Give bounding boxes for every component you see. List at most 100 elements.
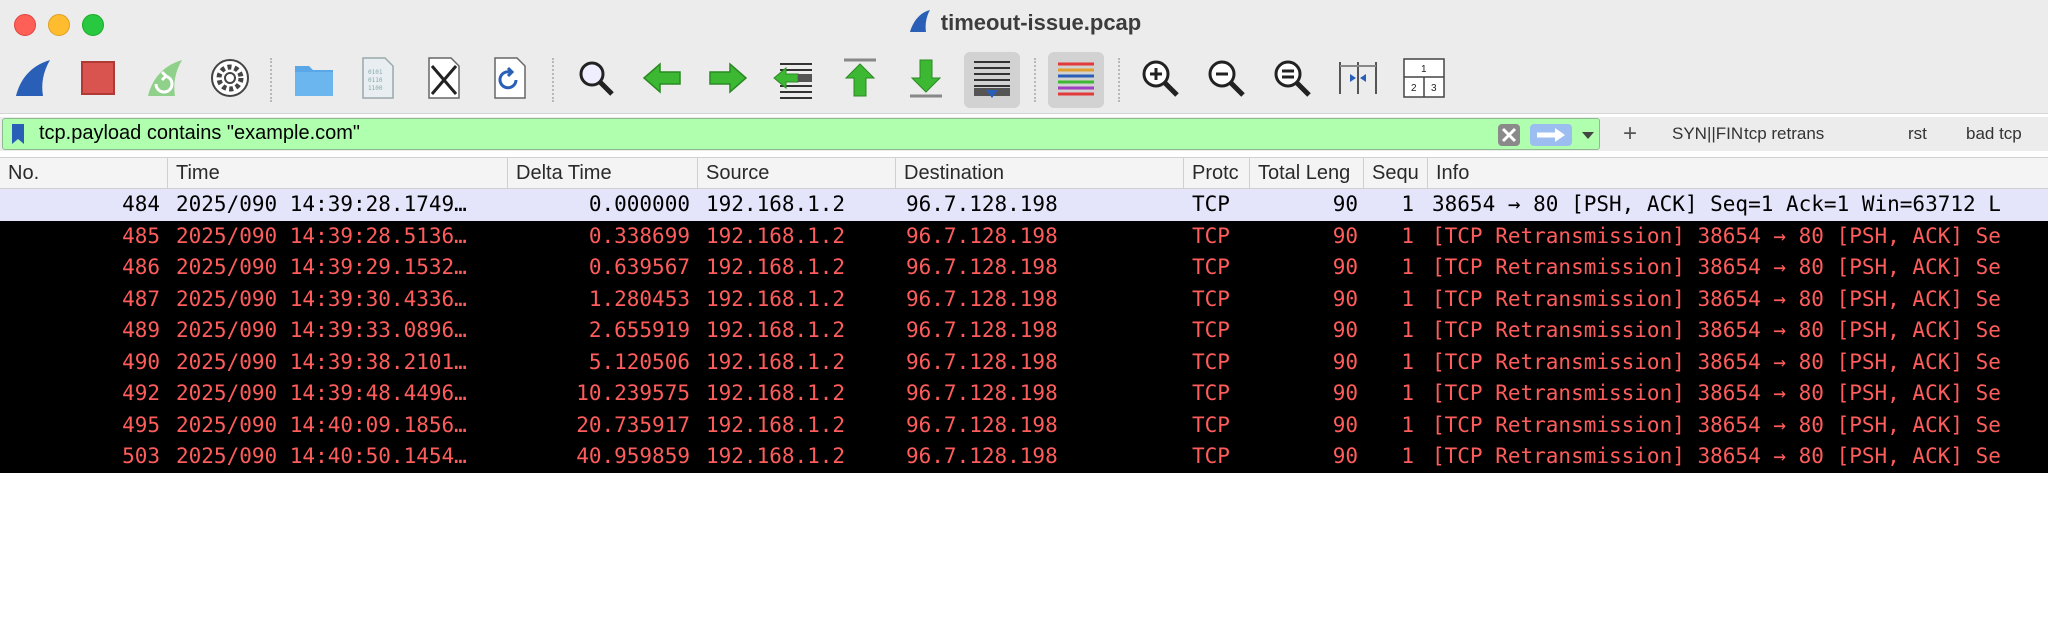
packet-row[interactable]: 484 2025/090 14:39:28.1749… 0.000000 192.16… [0, 189, 2048, 221]
toolbar-separator [552, 58, 554, 102]
column-header-no[interactable]: No. [0, 158, 168, 188]
cell-time: 2025/090 14:39:29.1532… [176, 255, 467, 279]
go-first-icon [840, 56, 880, 105]
cell-protocol: TCP [1192, 255, 1230, 279]
shark-fin-icon [907, 8, 933, 40]
cell-protocol: TCP [1192, 192, 1230, 216]
cell-delta-time: 0.639567 [588, 255, 690, 279]
column-header-protocol[interactable]: Protc [1184, 158, 1250, 188]
column-header-info[interactable]: Info [1428, 158, 2048, 188]
close-file-button[interactable] [416, 52, 472, 108]
cell-total-length: 90 [1332, 192, 1358, 216]
cell-time: 2025/090 14:39:48.4496… [176, 381, 467, 405]
display-filter-text[interactable]: tcp.payload contains "example.com" [39, 122, 360, 145]
cell-no: 486 [122, 255, 160, 279]
column-header-source[interactable]: Source [698, 158, 896, 188]
layout-pane-number: 1 [1421, 64, 1427, 75]
zoom-out-button[interactable] [1198, 52, 1254, 108]
apply-filter-icon[interactable] [1529, 123, 1573, 147]
cell-destination: 96.7.128.198 [906, 223, 1058, 248]
resize-columns-button[interactable] [1330, 52, 1386, 108]
packet-row[interactable]: 503 2025/090 14:40:50.1454… 40.959859 192.1… [0, 441, 2048, 473]
cell-sequence: 1 [1401, 192, 1414, 216]
toolbar-separator [1034, 58, 1036, 102]
display-filter-bar: tcp.payload contains "example.com" + SYN… [0, 117, 2048, 151]
column-header-destination[interactable]: Destination [896, 158, 1184, 188]
cell-no: 495 [122, 412, 160, 437]
column-header-total-length[interactable]: Total Leng [1250, 158, 1364, 188]
packet-row[interactable]: 485 2025/090 14:39:28.5136… 0.338699 192.16… [0, 220, 2048, 252]
cell-delta-time: 20.735917 [576, 412, 690, 437]
filter-button-tcp-retrans[interactable]: tcp retrans [1744, 117, 1824, 151]
capture-options-button[interactable] [202, 52, 258, 108]
cell-destination: 96.7.128.198 [906, 255, 1058, 279]
chevron-down-icon[interactable] [1578, 125, 1598, 145]
save-file-button[interactable]: 0101 0110 1100 [350, 52, 406, 108]
wireshark-window: timeout-issue.pcap 0101 0110 1100 1 2 3 … [0, 0, 2048, 640]
cell-delta-time: 0.338699 [588, 223, 690, 248]
zoom-reset-button[interactable] [1264, 52, 1320, 108]
cell-total-length: 90 [1332, 286, 1358, 311]
cell-info: [TCP Retransmission] 38654 → 80 [PSH, AC… [1432, 286, 2001, 311]
cell-protocol: TCP [1192, 349, 1230, 374]
filter-button-bad-tcp[interactable]: bad tcp [1966, 117, 2022, 151]
cell-sequence: 1 [1401, 318, 1414, 342]
file-digit-label: 0101 [368, 69, 383, 76]
toolbar-separator [1118, 58, 1120, 102]
restart-capture-button[interactable] [136, 52, 192, 108]
zoom-out-icon [1206, 58, 1246, 103]
packet-row[interactable]: 486 2025/090 14:39:29.1532… 0.639567 192.16… [0, 252, 2048, 284]
start-capture-button[interactable] [4, 52, 60, 108]
cell-sequence: 1 [1401, 444, 1414, 468]
go-back-button[interactable] [634, 52, 690, 108]
cell-source: 192.168.1.2 [706, 349, 846, 374]
go-last-icon [906, 56, 946, 105]
add-filter-button[interactable]: + [1616, 117, 1644, 151]
cell-source: 192.168.1.2 [706, 223, 846, 248]
colorize-button[interactable] [1048, 52, 1104, 108]
cell-total-length: 90 [1332, 349, 1358, 374]
packet-row[interactable]: 492 2025/090 14:39:48.4496… 10.239575 192.1… [0, 378, 2048, 410]
cell-delta-time: 40.959859 [576, 444, 690, 468]
cell-info: [TCP Retransmission] 38654 → 80 [PSH, AC… [1432, 349, 2001, 374]
stop-capture-button[interactable] [70, 52, 126, 108]
column-header-time[interactable]: Time [168, 158, 508, 188]
filter-button-rst[interactable]: rst [1908, 117, 1927, 151]
reload-file-icon [492, 56, 528, 105]
zoom-in-button[interactable] [1132, 52, 1188, 108]
filter-button-syn-fin[interactable]: SYN||FIN [1672, 117, 1743, 151]
go-last-button[interactable] [898, 52, 954, 108]
packet-row[interactable]: 489 2025/090 14:39:33.0896… 2.655919 192.16… [0, 315, 2048, 347]
cell-total-length: 90 [1332, 381, 1358, 405]
cell-time: 2025/090 14:39:30.4336… [176, 286, 467, 311]
cell-sequence: 1 [1401, 381, 1414, 405]
find-packet-button[interactable] [568, 52, 624, 108]
cell-destination: 96.7.128.198 [906, 412, 1058, 437]
clear-filter-icon[interactable] [1497, 123, 1521, 147]
jump-to-packet-icon [772, 56, 816, 105]
go-forward-button[interactable] [700, 52, 756, 108]
arrow-left-icon [640, 60, 684, 101]
cell-protocol: TCP [1192, 223, 1230, 248]
display-filter-input[interactable]: tcp.payload contains "example.com" [2, 118, 1600, 150]
open-file-button[interactable] [286, 52, 342, 108]
cell-no: 489 [122, 318, 160, 342]
go-first-button[interactable] [832, 52, 888, 108]
cell-sequence: 1 [1401, 255, 1414, 279]
reload-file-button[interactable] [482, 52, 538, 108]
column-header-delta-time[interactable]: Delta Time [508, 158, 698, 188]
auto-scroll-button[interactable] [964, 52, 1020, 108]
go-to-packet-button[interactable] [766, 52, 822, 108]
bookmark-icon[interactable] [7, 123, 29, 145]
layout-panes-button[interactable]: 12 3 [1396, 52, 1452, 108]
packet-row[interactable]: 490 2025/090 14:39:38.2101… 5.120506 192.16… [0, 346, 2048, 378]
magnifier-icon [576, 58, 616, 103]
column-header-sequence[interactable]: Sequ [1364, 158, 1428, 188]
shark-fin-icon [10, 56, 54, 105]
toolbar-separator [270, 58, 272, 102]
cell-info: [TCP Retransmission] 38654 → 80 [PSH, AC… [1432, 381, 2001, 405]
packet-row[interactable]: 487 2025/090 14:39:30.4336… 1.280453 192.16… [0, 283, 2048, 315]
cell-no: 485 [122, 223, 160, 248]
cell-no: 503 [122, 444, 160, 468]
packet-row[interactable]: 495 2025/090 14:40:09.1856… 20.735917 192.1… [0, 409, 2048, 441]
